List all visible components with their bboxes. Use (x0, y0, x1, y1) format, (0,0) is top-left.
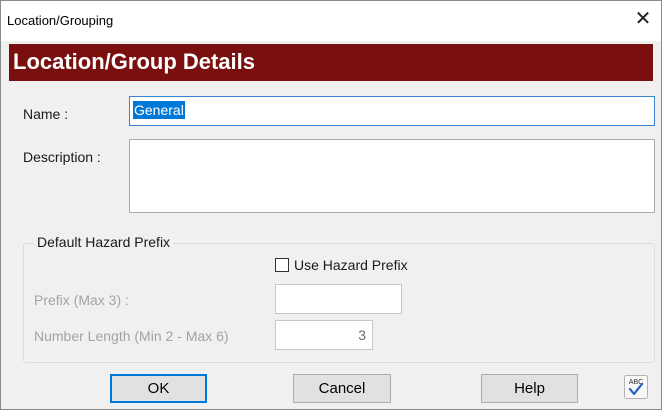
spell-check-button[interactable]: ABC (624, 375, 648, 399)
name-label: Name : (23, 106, 69, 122)
hazard-prefix-group-title: Default Hazard Prefix (34, 234, 174, 250)
spell-check-icon: ABC (624, 375, 648, 399)
name-input[interactable]: General (129, 96, 655, 126)
window-title: Location/Grouping (7, 13, 114, 28)
use-hazard-prefix-label[interactable]: Use Hazard Prefix (294, 257, 408, 273)
title-bar: Location/Grouping ✕ (1, 1, 661, 41)
details-banner: Location/Group Details (9, 44, 653, 81)
number-length-label: Number Length (Min 2 - Max 6) (34, 328, 229, 344)
description-label: Description : (23, 149, 101, 165)
number-length-input[interactable]: 3 (275, 320, 373, 350)
ok-button[interactable]: OK (110, 374, 207, 403)
banner-heading: Location/Group Details (13, 49, 256, 74)
name-input-value: General (133, 101, 185, 119)
number-length-value: 3 (358, 327, 366, 343)
location-grouping-dialog: Location/Grouping ✕ Location/Group Detai… (0, 0, 662, 410)
prefix-input[interactable] (275, 284, 402, 314)
cancel-button[interactable]: Cancel (293, 374, 391, 403)
prefix-label: Prefix (Max 3) : (34, 292, 129, 308)
description-textarea[interactable] (129, 139, 655, 213)
use-hazard-prefix-checkbox[interactable] (275, 258, 289, 272)
help-button[interactable]: Help (481, 374, 578, 403)
close-icon[interactable]: ✕ (633, 7, 653, 31)
